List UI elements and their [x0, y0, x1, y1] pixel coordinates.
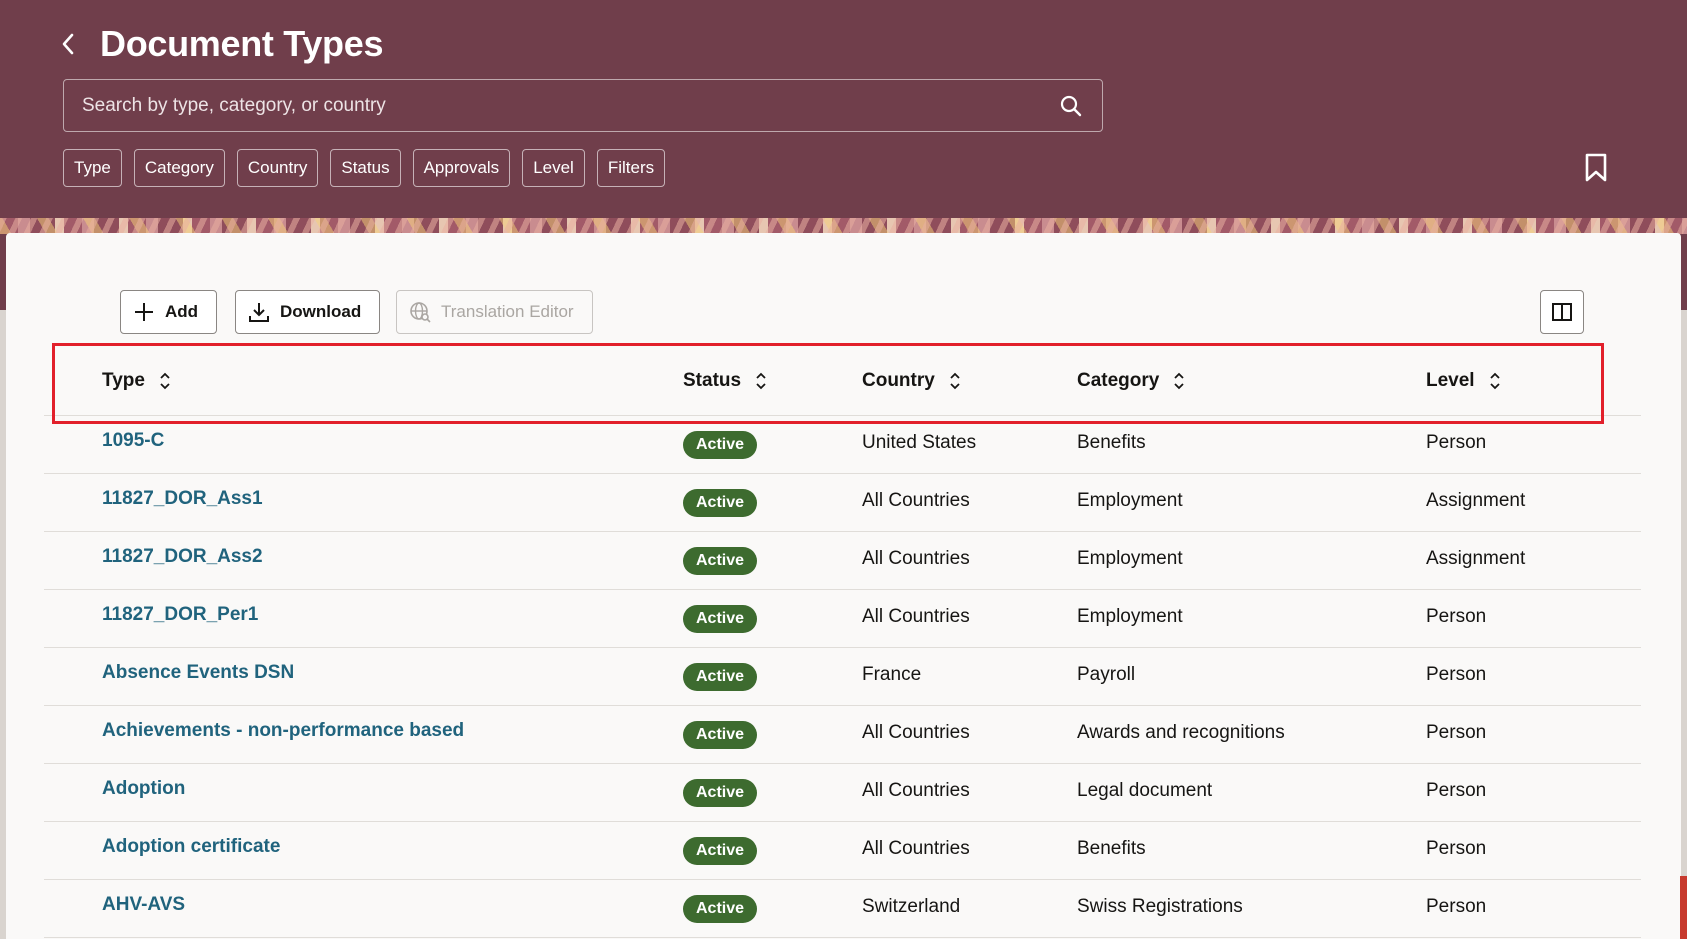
country-cell: All Countries: [862, 722, 970, 743]
country-cell: France: [862, 664, 922, 685]
filter-chip-approvals[interactable]: Approvals: [412, 149, 511, 187]
document-type-link[interactable]: 11827_DOR_Per1: [102, 604, 258, 626]
header-highlight-box: [52, 343, 1604, 424]
country-cell: United States: [862, 432, 977, 453]
document-type-link[interactable]: 11827_DOR_Ass2: [102, 546, 263, 568]
filter-chip-level[interactable]: Level: [522, 149, 585, 187]
level-cell: Person: [1426, 780, 1487, 801]
document-type-link[interactable]: Adoption certificate: [102, 836, 280, 858]
bookmark-button[interactable]: [1584, 153, 1610, 183]
table-row[interactable]: 11827_DOR_Ass1 Active All Countries Empl…: [44, 474, 1641, 532]
category-cell: Awards and recognitions: [1077, 722, 1285, 743]
add-button[interactable]: Add: [120, 290, 218, 334]
translation-editor-button[interactable]: Translation Editor: [396, 290, 593, 334]
globe-search-icon: [410, 302, 431, 323]
category-cell: Payroll: [1077, 664, 1136, 685]
back-button[interactable]: [56, 30, 80, 58]
category-cell: Legal document: [1077, 780, 1213, 801]
status-badge: Active: [683, 721, 758, 749]
document-type-link[interactable]: Adoption: [102, 778, 185, 800]
status-badge: Active: [683, 837, 758, 865]
status-badge: Active: [683, 779, 758, 807]
country-cell: Switzerland: [862, 896, 961, 917]
document-type-link[interactable]: Absence Events DSN: [102, 662, 294, 684]
table-row[interactable]: Achievements - non-performance based Act…: [44, 706, 1641, 764]
bookmark-icon: [1585, 153, 1607, 182]
category-cell: Swiss Registrations: [1077, 896, 1243, 917]
status-badge: Active: [683, 431, 758, 459]
category-cell: Employment: [1077, 490, 1183, 511]
download-button-label: Download: [280, 302, 362, 321]
column-toggle-button[interactable]: [1540, 290, 1584, 334]
download-icon: [249, 303, 269, 322]
country-cell: All Countries: [862, 490, 970, 511]
level-cell: Person: [1426, 838, 1487, 859]
category-cell: Benefits: [1077, 838, 1146, 859]
level-cell: Assignment: [1426, 548, 1526, 569]
status-badge: Active: [683, 605, 758, 633]
table-row[interactable]: AHV-AVS Active Switzerland Swiss Registr…: [44, 880, 1641, 938]
document-type-link[interactable]: 1095-C: [102, 430, 164, 452]
category-cell: Employment: [1077, 606, 1183, 627]
category-cell: Employment: [1077, 548, 1183, 569]
search-box[interactable]: [63, 79, 1103, 132]
level-cell: Person: [1426, 722, 1487, 743]
columns-icon: [1552, 303, 1572, 321]
status-badge: Active: [683, 895, 758, 923]
status-badge: Active: [683, 663, 758, 691]
status-badge: Active: [683, 489, 758, 517]
status-badge: Active: [683, 547, 758, 575]
chevron-left-icon: [62, 33, 74, 55]
document-type-link[interactable]: Achievements - non-performance based: [102, 720, 464, 742]
download-button[interactable]: Download: [235, 290, 381, 334]
filter-chip-row: Type Category Country Status Approvals L…: [63, 149, 666, 187]
table-row[interactable]: 11827_DOR_Ass2 Active All Countries Empl…: [44, 532, 1641, 590]
level-cell: Person: [1426, 432, 1487, 453]
filter-chip-status[interactable]: Status: [330, 149, 401, 187]
page-title: Document Types: [100, 23, 384, 64]
translation-editor-label: Translation Editor: [441, 302, 574, 321]
filter-chip-type[interactable]: Type: [63, 149, 122, 187]
search-icon[interactable]: [1058, 93, 1084, 119]
level-cell: Person: [1426, 896, 1487, 917]
filter-chip-filters[interactable]: Filters: [596, 149, 666, 187]
plus-icon: [135, 303, 153, 321]
document-type-link[interactable]: 11827_DOR_Ass1: [102, 488, 263, 510]
level-cell: Assignment: [1426, 490, 1526, 511]
country-cell: All Countries: [862, 548, 970, 569]
table-row[interactable]: Adoption Active All Countries Legal docu…: [44, 764, 1641, 822]
document-type-link[interactable]: AHV-AVS: [102, 894, 185, 916]
country-cell: All Countries: [862, 606, 970, 627]
level-cell: Person: [1426, 606, 1487, 627]
filter-chip-category[interactable]: Category: [133, 149, 225, 187]
filter-chip-country[interactable]: Country: [236, 149, 319, 187]
table-row[interactable]: 11827_DOR_Per1 Active All Countries Empl…: [44, 590, 1641, 648]
country-cell: All Countries: [862, 838, 970, 859]
table-row[interactable]: Adoption certificate Active All Countrie…: [44, 822, 1641, 880]
side-edge-marker: [1680, 876, 1687, 939]
add-button-label: Add: [165, 302, 199, 321]
category-cell: Benefits: [1077, 432, 1146, 453]
search-input[interactable]: [82, 94, 1058, 117]
table-row[interactable]: Absence Events DSN Active France Payroll…: [44, 648, 1641, 706]
decorative-banner-pattern: [0, 218, 1687, 234]
table-row[interactable]: 1095-C Active United States Benefits Per…: [44, 416, 1641, 474]
country-cell: All Countries: [862, 780, 970, 801]
level-cell: Person: [1426, 664, 1487, 685]
